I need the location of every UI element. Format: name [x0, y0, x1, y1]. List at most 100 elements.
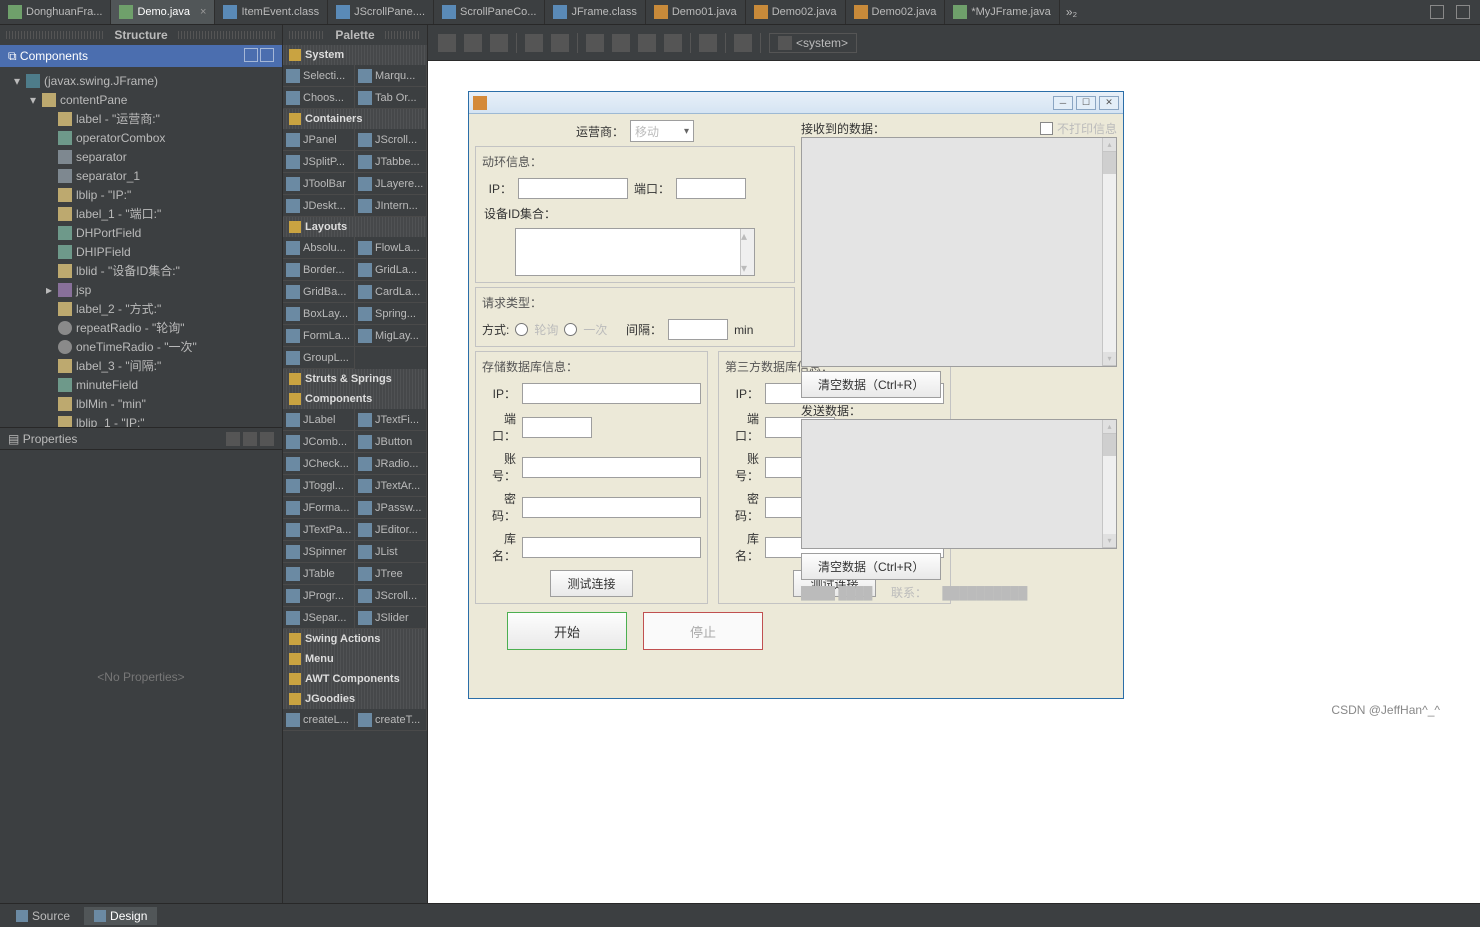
source-tab[interactable]: Source — [6, 907, 80, 925]
palette-category[interactable]: Containers — [283, 109, 427, 129]
editor-tab[interactable]: Demo01.java — [646, 0, 746, 24]
tree-node[interactable]: minuteField — [0, 375, 282, 394]
store-password[interactable] — [522, 497, 701, 518]
repeat-radio[interactable] — [515, 323, 528, 336]
palette-item[interactable]: JCheck... — [283, 453, 355, 475]
palette-item[interactable]: JSpinner — [283, 541, 355, 563]
minimize-icon[interactable] — [1430, 5, 1444, 19]
palette-item[interactable]: Choos... — [283, 87, 355, 109]
palette-item[interactable]: Selecti... — [283, 65, 355, 87]
tree-node[interactable]: ▸jsp — [0, 280, 282, 299]
palette-item[interactable]: JComb... — [283, 431, 355, 453]
palette-item[interactable]: JSlider — [355, 607, 427, 629]
tree-node[interactable]: oneTimeRadio - "一次" — [0, 337, 282, 356]
editor-tab[interactable]: JScrollPane.... — [328, 0, 434, 24]
store-ip[interactable] — [522, 383, 701, 404]
editor-tab[interactable]: DonghuanFra... — [0, 0, 111, 24]
palette-item[interactable]: JPanel — [283, 129, 355, 151]
palette-item[interactable]: Spring... — [355, 303, 427, 325]
palette-item[interactable]: JForma... — [283, 497, 355, 519]
tree-node[interactable]: separator_1 — [0, 166, 282, 185]
tree-node[interactable]: label_3 - "间隔:" — [0, 356, 282, 375]
toolbar-icon[interactable] — [464, 34, 482, 52]
tree-node[interactable]: lblip - "IP:" — [0, 185, 282, 204]
device-id-area[interactable]: ▴▾ — [515, 228, 755, 276]
palette-item[interactable]: JToolBar — [283, 173, 355, 195]
editor-tab[interactable]: Demo02.java — [846, 0, 946, 24]
noprint-checkbox[interactable]: 不打印信息 — [1040, 120, 1117, 137]
onetime-radio[interactable] — [564, 323, 577, 336]
palette-item[interactable]: JIntern... — [355, 195, 427, 217]
toolbar-icon[interactable] — [438, 34, 456, 52]
palette-item[interactable]: MigLay... — [355, 325, 427, 347]
design-tab[interactable]: Design — [84, 907, 157, 925]
palette-item[interactable]: JScroll... — [355, 585, 427, 607]
palette-category[interactable]: Components — [283, 389, 427, 409]
tree-node[interactable]: label_1 - "端口:" — [0, 204, 282, 223]
more-tabs[interactable]: »₂ — [1060, 0, 1083, 24]
components-bar[interactable]: ⧉ Components — [0, 45, 282, 67]
palette-item[interactable]: createL... — [283, 709, 355, 731]
editor-tab[interactable]: Demo.java× — [111, 0, 215, 24]
tree-node[interactable]: label_2 - "方式:" — [0, 299, 282, 318]
palette-item[interactable]: JSepar... — [283, 607, 355, 629]
globe-icon[interactable] — [734, 34, 752, 52]
palette-list[interactable]: SystemSelecti...Marqu...Choos...Tab Or..… — [283, 45, 427, 731]
redo-icon[interactable] — [551, 34, 569, 52]
palette-item[interactable]: GroupL... — [283, 347, 355, 369]
editor-tab[interactable]: JFrame.class — [545, 0, 645, 24]
palette-item[interactable]: JSplitP... — [283, 151, 355, 173]
palette-item[interactable]: JTabbe... — [355, 151, 427, 173]
palette-item[interactable]: JPassw... — [355, 497, 427, 519]
tree-node[interactable]: separator — [0, 147, 282, 166]
palette-item[interactable]: FormLa... — [283, 325, 355, 347]
tree-node[interactable]: DHPortField — [0, 223, 282, 242]
palette-item[interactable]: Marqu... — [355, 65, 427, 87]
operator-combo[interactable]: 移动 — [630, 120, 694, 142]
copy-icon[interactable] — [612, 34, 630, 52]
palette-item[interactable]: Tab Or... — [355, 87, 427, 109]
palette-category[interactable]: Menu — [283, 649, 427, 669]
palette-item[interactable]: FlowLa... — [355, 237, 427, 259]
editor-toolbar[interactable]: <system> — [428, 25, 1480, 61]
palette-item[interactable]: JTextAr... — [355, 475, 427, 497]
editor-tab[interactable]: Demo02.java — [746, 0, 846, 24]
start-button[interactable]: 开始 — [507, 612, 627, 650]
dh-port-field[interactable] — [676, 178, 746, 199]
store-account[interactable] — [522, 457, 701, 478]
palette-category[interactable]: Swing Actions — [283, 629, 427, 649]
store-port[interactable] — [522, 417, 592, 438]
palette-category[interactable]: AWT Components — [283, 669, 427, 689]
design-canvas[interactable]: ─ ☐ ✕ 运营商： 移动 动环信息： IP： — [428, 61, 1480, 903]
close-icon[interactable]: × — [200, 6, 206, 18]
palette-item[interactable]: CardLa... — [355, 281, 427, 303]
tree-node[interactable]: ▾contentPane — [0, 90, 282, 109]
cut-icon[interactable] — [586, 34, 604, 52]
structure-buttons[interactable] — [242, 48, 274, 65]
tree-node[interactable]: lblip_1 - "IP:" — [0, 413, 282, 427]
palette-item[interactable]: JLayere... — [355, 173, 427, 195]
close-icon[interactable]: ✕ — [1099, 96, 1119, 110]
store-dbname[interactable] — [522, 537, 701, 558]
undo-icon[interactable] — [525, 34, 543, 52]
palette-item[interactable]: JButton — [355, 431, 427, 453]
toolbar-icon[interactable] — [490, 34, 508, 52]
editor-tab[interactable]: ScrollPaneCo... — [434, 0, 545, 24]
palette-item[interactable]: JScroll... — [355, 129, 427, 151]
palette-item[interactable]: createT... — [355, 709, 427, 731]
palette-item[interactable]: JTable — [283, 563, 355, 585]
palette-item[interactable]: JRadio... — [355, 453, 427, 475]
send-textarea[interactable]: ▴▾ — [801, 419, 1117, 549]
palette-category[interactable]: Layouts — [283, 217, 427, 237]
tree-node[interactable]: operatorCombox — [0, 128, 282, 147]
tree-node[interactable]: ▾(javax.swing.JFrame) — [0, 71, 282, 90]
palette-item[interactable]: JToggl... — [283, 475, 355, 497]
palette-item[interactable]: BoxLay... — [283, 303, 355, 325]
maximize-icon[interactable] — [1456, 5, 1470, 19]
clear-send-button[interactable]: 清空数据（Ctrl+R） — [801, 553, 941, 580]
palette-item[interactable]: GridLa... — [355, 259, 427, 281]
palette-item[interactable]: JList — [355, 541, 427, 563]
palette-item[interactable]: JEditor... — [355, 519, 427, 541]
delete-icon[interactable] — [664, 34, 682, 52]
look-and-feel-selector[interactable]: <system> — [769, 33, 857, 53]
